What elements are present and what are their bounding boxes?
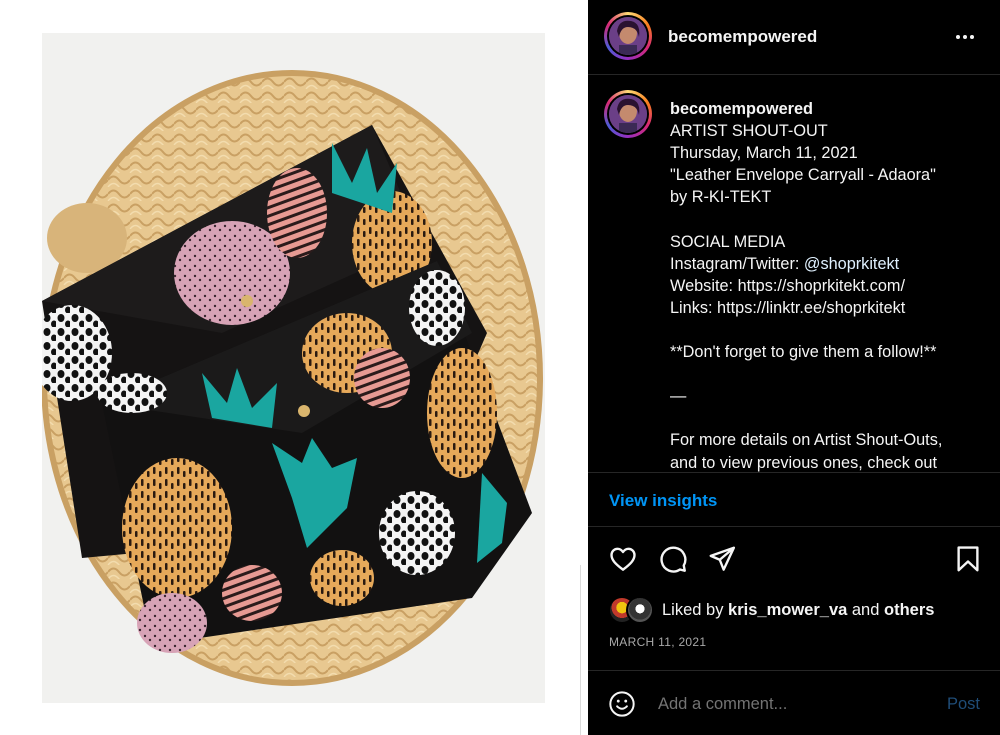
view-insights-link[interactable]: View insights [609, 491, 717, 511]
caption-line: Instagram/Twitter: [670, 254, 804, 273]
caption-line: SOCIAL MEDIA [670, 232, 786, 251]
caption-line: ARTIST SHOUT-OUT [670, 122, 828, 141]
liker-avatars[interactable] [608, 596, 656, 624]
liker-username[interactable]: kris_mower_va [728, 601, 847, 619]
send-icon[interactable] [707, 544, 737, 574]
bookmark-icon[interactable] [953, 544, 983, 574]
author-avatar[interactable] [604, 12, 652, 60]
caption-line: "Leather Envelope Carryall - Adaora" [670, 166, 936, 185]
post-date[interactable]: MARCH 11, 2021 [609, 635, 706, 649]
author-username[interactable]: becomempowered [668, 27, 817, 47]
product-photo-illustration [42, 33, 545, 703]
divider [580, 565, 581, 735]
comment-icon[interactable] [658, 544, 688, 574]
post-header: becomempowered [588, 0, 1000, 75]
caption-line: Thursday, March 11, 2021 [670, 144, 858, 163]
caption-line: For more details on Artist Shout-Outs, [670, 431, 943, 450]
action-bar [588, 540, 1000, 580]
avatar [626, 596, 654, 624]
caption-line: Links: https://linktr.ee/shoprkitekt [670, 298, 906, 317]
liked-by-text: Liked by kris_mower_va and others [662, 600, 935, 619]
caption-line: and to view previous ones, check out [670, 453, 937, 472]
caption-line: **Don't forget to give them a follow!** [670, 343, 937, 362]
caption-line: — [670, 387, 687, 406]
post-photo[interactable] [42, 33, 545, 703]
post-side-panel: becomempowered becomempowered ARTIST SHO… [588, 0, 1000, 735]
post-media [0, 0, 588, 735]
divider [588, 526, 1000, 527]
mention-link[interactable]: @shoprkitekt [804, 255, 899, 273]
caption-username[interactable]: becomempowered [670, 100, 813, 118]
likes-summary: Liked by kris_mower_va and others [608, 595, 934, 625]
smiley-icon[interactable] [608, 690, 636, 718]
comment-input[interactable] [658, 691, 928, 717]
more-options-icon[interactable] [952, 24, 978, 50]
caption-section: becomempowered ARTIST SHOUT-OUT Thursday… [588, 76, 1000, 473]
caption-line: Website: https://shoprkitekt.com/ [670, 276, 905, 295]
heart-icon[interactable] [608, 544, 638, 574]
avatar-image [609, 95, 647, 133]
caption-text: becomempowered ARTIST SHOUT-OUT Thursday… [670, 98, 990, 472]
avatar-image [609, 17, 647, 55]
caption-author-avatar[interactable] [604, 90, 652, 138]
post-comment-button[interactable]: Post [947, 695, 980, 714]
comment-bar: Post [588, 670, 1000, 735]
caption-line: by R-KI-TEKT [670, 188, 772, 207]
likes-others-link[interactable]: others [884, 601, 934, 619]
